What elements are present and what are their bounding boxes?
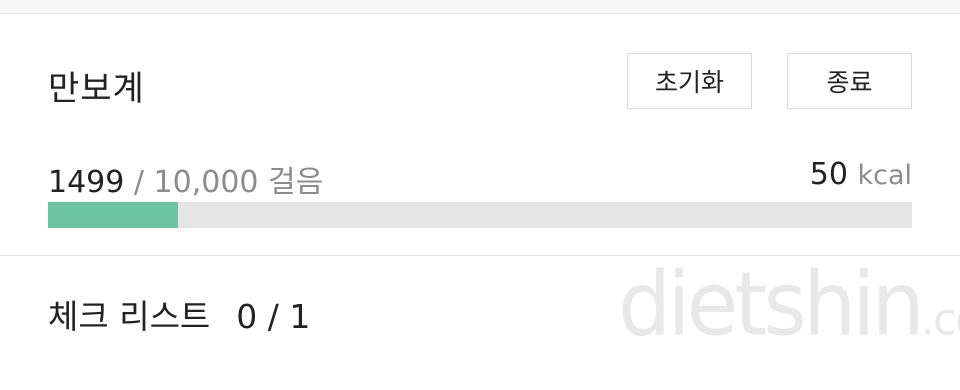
calories-unit: kcal [857, 160, 912, 191]
step-goal: 10,000 걸음 [153, 165, 324, 200]
checklist-header[interactable]: 체크 리스트 0 / 1 [48, 290, 310, 338]
site-watermark: dietshin.com [618, 253, 960, 356]
reset-button[interactable]: 초기화 [627, 53, 752, 109]
pedometer-title: 만보계 [48, 69, 145, 109]
calories: 50 kcal [810, 157, 912, 192]
checklist-label: 체크 리스트 [48, 297, 211, 336]
step-progress-bar [48, 202, 912, 228]
checklist-count: 0 / 1 [236, 297, 311, 336]
stop-button[interactable]: 종료 [787, 53, 912, 109]
step-progress-fill [48, 202, 178, 228]
pedometer-screen: 만보계 초기화 종료 1499 / 10,000 걸음 50 kcal 체크 리… [0, 0, 960, 390]
current-steps: 1499 [48, 165, 125, 200]
step-count: 1499 / 10,000 걸음 [48, 157, 323, 201]
steps-separator: / [124, 165, 154, 200]
pedometer-card: 만보계 초기화 종료 1499 / 10,000 걸음 50 kcal [0, 15, 960, 256]
top-divider-strip [0, 0, 960, 14]
watermark-name: dietshin [618, 252, 925, 356]
watermark-domain: .com [920, 293, 960, 345]
calories-value: 50 [809, 157, 848, 192]
